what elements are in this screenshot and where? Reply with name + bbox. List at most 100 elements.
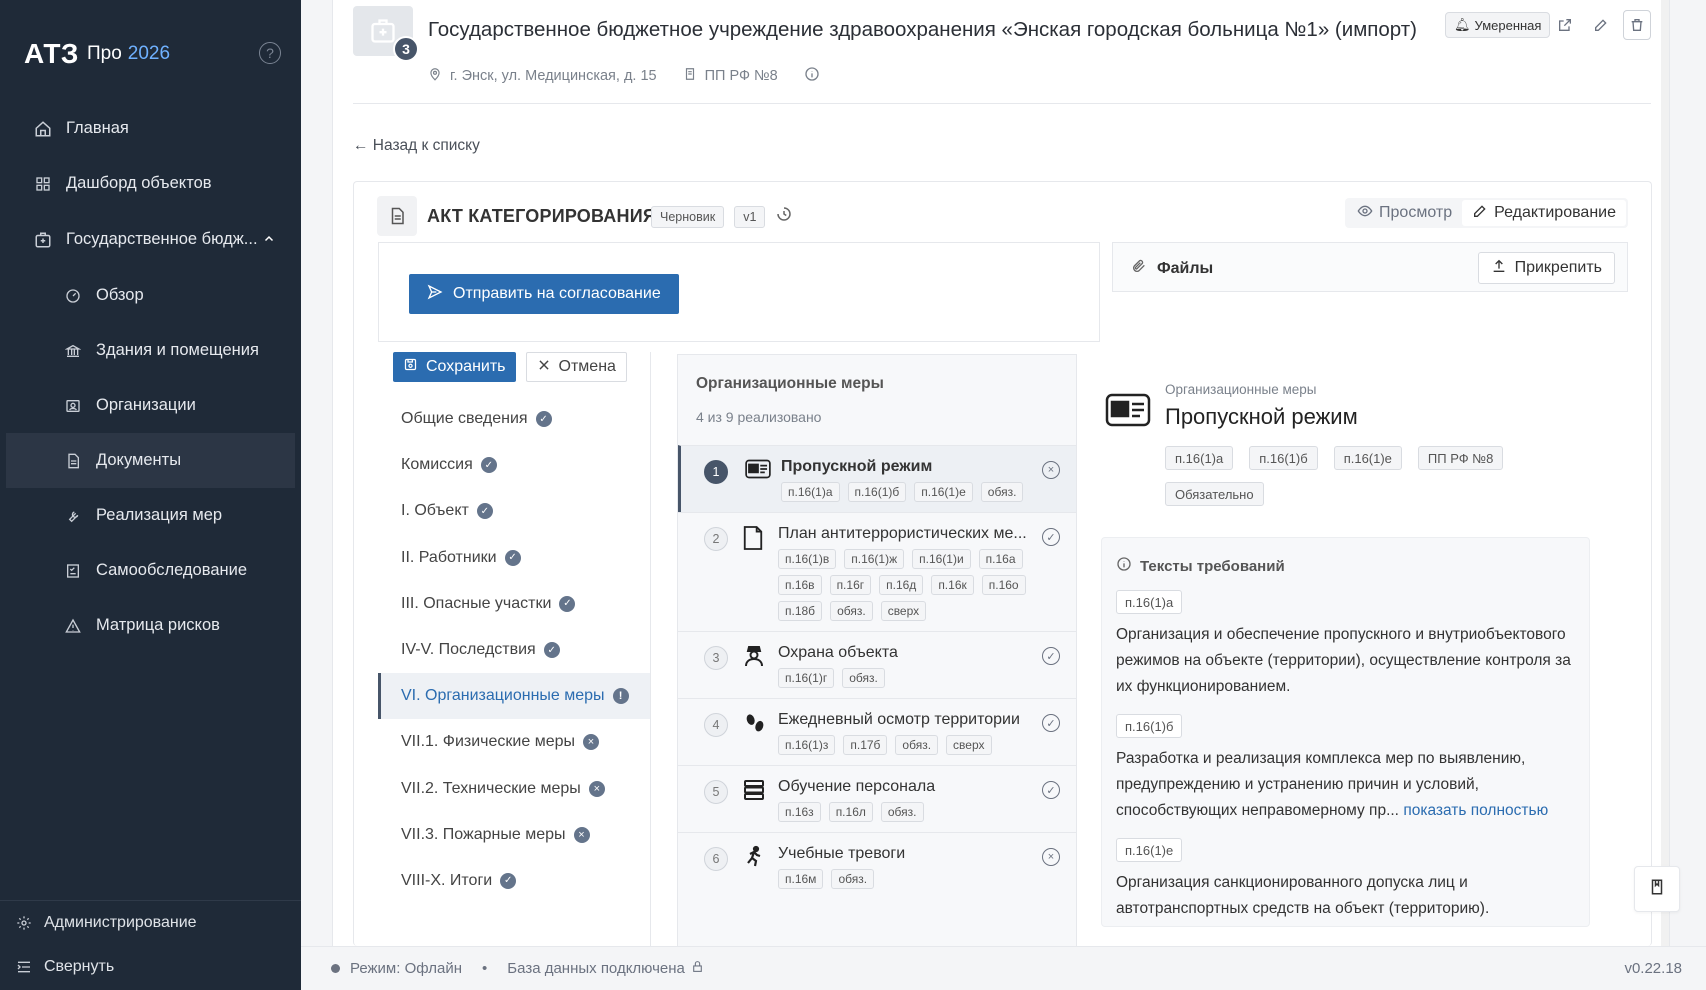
measure-tag: п.16л	[828, 802, 873, 822]
requirement-text: Организация санкционированного допуска л…	[1116, 870, 1575, 922]
open-external-button[interactable]	[1551, 10, 1579, 40]
section-item[interactable]: I. Объект ✓	[378, 488, 650, 534]
requirement-ref: п.16(1)б	[1116, 714, 1183, 738]
edit-mode-label: Редактирование	[1494, 204, 1616, 221]
collapse-button[interactable]: Свернуть	[0, 945, 301, 989]
measure-item[interactable]: 4 Ежедневный осмотр территории п.16(1)з п.1…	[678, 698, 1076, 765]
footprints-icon	[742, 711, 768, 735]
send-icon	[427, 284, 443, 305]
help-icon[interactable]: ?	[259, 42, 281, 64]
detail-tag: ПП РФ №8	[1417, 446, 1504, 470]
section-item[interactable]: VII.3. Пожарные меры ×	[378, 812, 650, 858]
admin-link[interactable]: Администрирование	[0, 901, 301, 945]
history-icon[interactable]	[775, 205, 793, 228]
section-item[interactable]: Общие сведения ✓	[378, 396, 650, 442]
delete-button[interactable]	[1623, 10, 1651, 40]
sidebar-item-object[interactable]: Государственное бюдж...	[0, 211, 301, 268]
section-item[interactable]: VII.1. Физические меры ×	[378, 719, 650, 765]
grid-icon	[34, 175, 52, 193]
section-item[interactable]: IV-V. Последствия ✓	[378, 627, 650, 673]
measure-item[interactable]: 5 Обучение персонала п.16з п.16л обяз. ✓	[678, 765, 1076, 832]
pass-card-icon	[1105, 392, 1151, 428]
requirement-ref: п.16(1)а	[1116, 590, 1183, 614]
section-label: III. Опасные участки	[401, 594, 552, 612]
separator-dot: •	[482, 960, 488, 977]
view-mode-button[interactable]: Просмотр	[1347, 200, 1462, 226]
document-icon	[377, 196, 417, 236]
detail-tag: п.16(1)е	[1333, 446, 1402, 470]
requirements-label: Тексты требований	[1140, 557, 1285, 575]
show-more-link[interactable]: показать полностью	[1403, 802, 1548, 819]
sidebar-nav: Главная Дашборд объектов Государственное…	[0, 101, 301, 653]
scrollbar[interactable]	[1661, 0, 1669, 946]
cancel-button[interactable]: Отмена	[525, 352, 627, 382]
measures-title: Организационные меры	[696, 375, 884, 392]
section-label: I. Объект	[401, 502, 469, 520]
check-circle-icon[interactable]: ✓	[1042, 714, 1060, 732]
sidebar-item-buildings[interactable]: Здания и помещения	[0, 323, 301, 378]
submit-approval-label: Отправить на согласование	[453, 285, 661, 302]
edit-mode-button[interactable]: Редактирование	[1462, 200, 1626, 226]
sidebar-item-organizations[interactable]: Организации	[0, 378, 301, 433]
form-actions: Сохранить Отмена	[393, 352, 627, 382]
section-item[interactable]: VII.2. Технические меры ×	[378, 766, 650, 812]
db-status: База данных подключена	[507, 960, 685, 977]
sidebar-item-documents[interactable]: Документы	[6, 433, 295, 488]
save-button[interactable]: Сохранить	[393, 352, 516, 382]
requirement-block: п.16(1)е Организация санкционированного д…	[1116, 838, 1575, 922]
measure-number: 1	[704, 460, 728, 484]
cancel-label: Отмена	[558, 358, 616, 375]
section-item[interactable]: VI. Организационные меры!	[378, 673, 650, 720]
mode-switch: Просмотр Редактирование	[1345, 198, 1628, 228]
status-badge: Черновик	[651, 205, 725, 228]
mode-status: Режим: Офлайн	[350, 960, 463, 977]
risk-badge: 🔔︎ Умеренная	[1445, 12, 1551, 38]
bookmark-button[interactable]	[1634, 866, 1680, 912]
attach-button[interactable]: Прикрепить	[1477, 252, 1615, 284]
measure-tag: п.16а	[978, 549, 1023, 569]
guard-icon	[742, 644, 768, 668]
submit-approval-button[interactable]: Отправить на согласование	[409, 274, 679, 314]
edit-button[interactable]	[1587, 10, 1615, 40]
section-item[interactable]: VIII-X. Итоги ✓	[378, 858, 650, 904]
sidebar-item-home[interactable]: Главная	[0, 101, 301, 156]
info-icon[interactable]	[804, 66, 820, 86]
sidebar-item-label: Обзор	[96, 286, 144, 304]
back-link[interactable]: ← Назад к списку	[353, 137, 480, 155]
version-badge: v1	[734, 205, 766, 228]
check-circle-icon[interactable]: ✓	[1042, 647, 1060, 665]
sidebar-item-self-audit[interactable]: Самообследование	[0, 543, 301, 598]
measure-name: План антитеррористических ме...	[778, 525, 1027, 542]
measure-tag: п.16з	[778, 802, 821, 822]
x-circle-icon[interactable]: ×	[1042, 461, 1060, 479]
x-circle-icon[interactable]: ×	[1042, 848, 1060, 866]
sidebar-item-dashboard[interactable]: Дашборд объектов	[0, 156, 301, 211]
check-icon: ✓	[476, 503, 493, 520]
sidebar-item-measures[interactable]: Реализация мер	[0, 488, 301, 543]
section-item[interactable]: II. Работники ✓	[378, 535, 650, 581]
measure-tag: п.16в	[778, 575, 822, 595]
running-icon	[742, 845, 768, 869]
measure-tags: п.16(1)з п.17б обяз. сверх	[778, 735, 1038, 755]
measure-item[interactable]: 2 План антитеррористических ме... п.16(1)в…	[678, 512, 1076, 631]
measure-item[interactable]: 3 Охрана объекта п.16(1)г обяз. ✓	[678, 631, 1076, 698]
measure-tags: п.16м обяз.	[778, 869, 1038, 889]
measure-name: Обучение персонала	[778, 778, 936, 795]
section-item[interactable]: Комиссия ✓	[378, 442, 650, 488]
measure-item[interactable]: 6 Учебные тревоги п.16м обяз. ×	[678, 832, 1076, 899]
check-circle-icon[interactable]: ✓	[1042, 781, 1060, 799]
section-label: VIII-X. Итоги	[401, 871, 493, 889]
section-label: VII.2. Технические меры	[401, 779, 581, 797]
save-label: Сохранить	[426, 358, 506, 375]
section-item[interactable]: III. Опасные участки ✓	[378, 581, 650, 627]
files-title: Файлы	[1131, 258, 1213, 279]
measure-tag: обяз.	[895, 735, 939, 755]
collapse-label: Свернуть	[44, 958, 115, 975]
check-circle-icon[interactable]: ✓	[1042, 528, 1060, 546]
sidebar-item-overview[interactable]: Обзор	[0, 268, 301, 323]
measure-tags: п.16(1)г обяз.	[778, 668, 1038, 688]
sidebar-item-risk-matrix[interactable]: Матрица рисков	[0, 598, 301, 653]
detail-tag: Обязательно	[1165, 482, 1264, 506]
save-icon	[403, 357, 418, 377]
measure-item[interactable]: 1 Пропускной режим п.16(1)а п.16(1)б п.16(1)…	[678, 445, 1076, 512]
